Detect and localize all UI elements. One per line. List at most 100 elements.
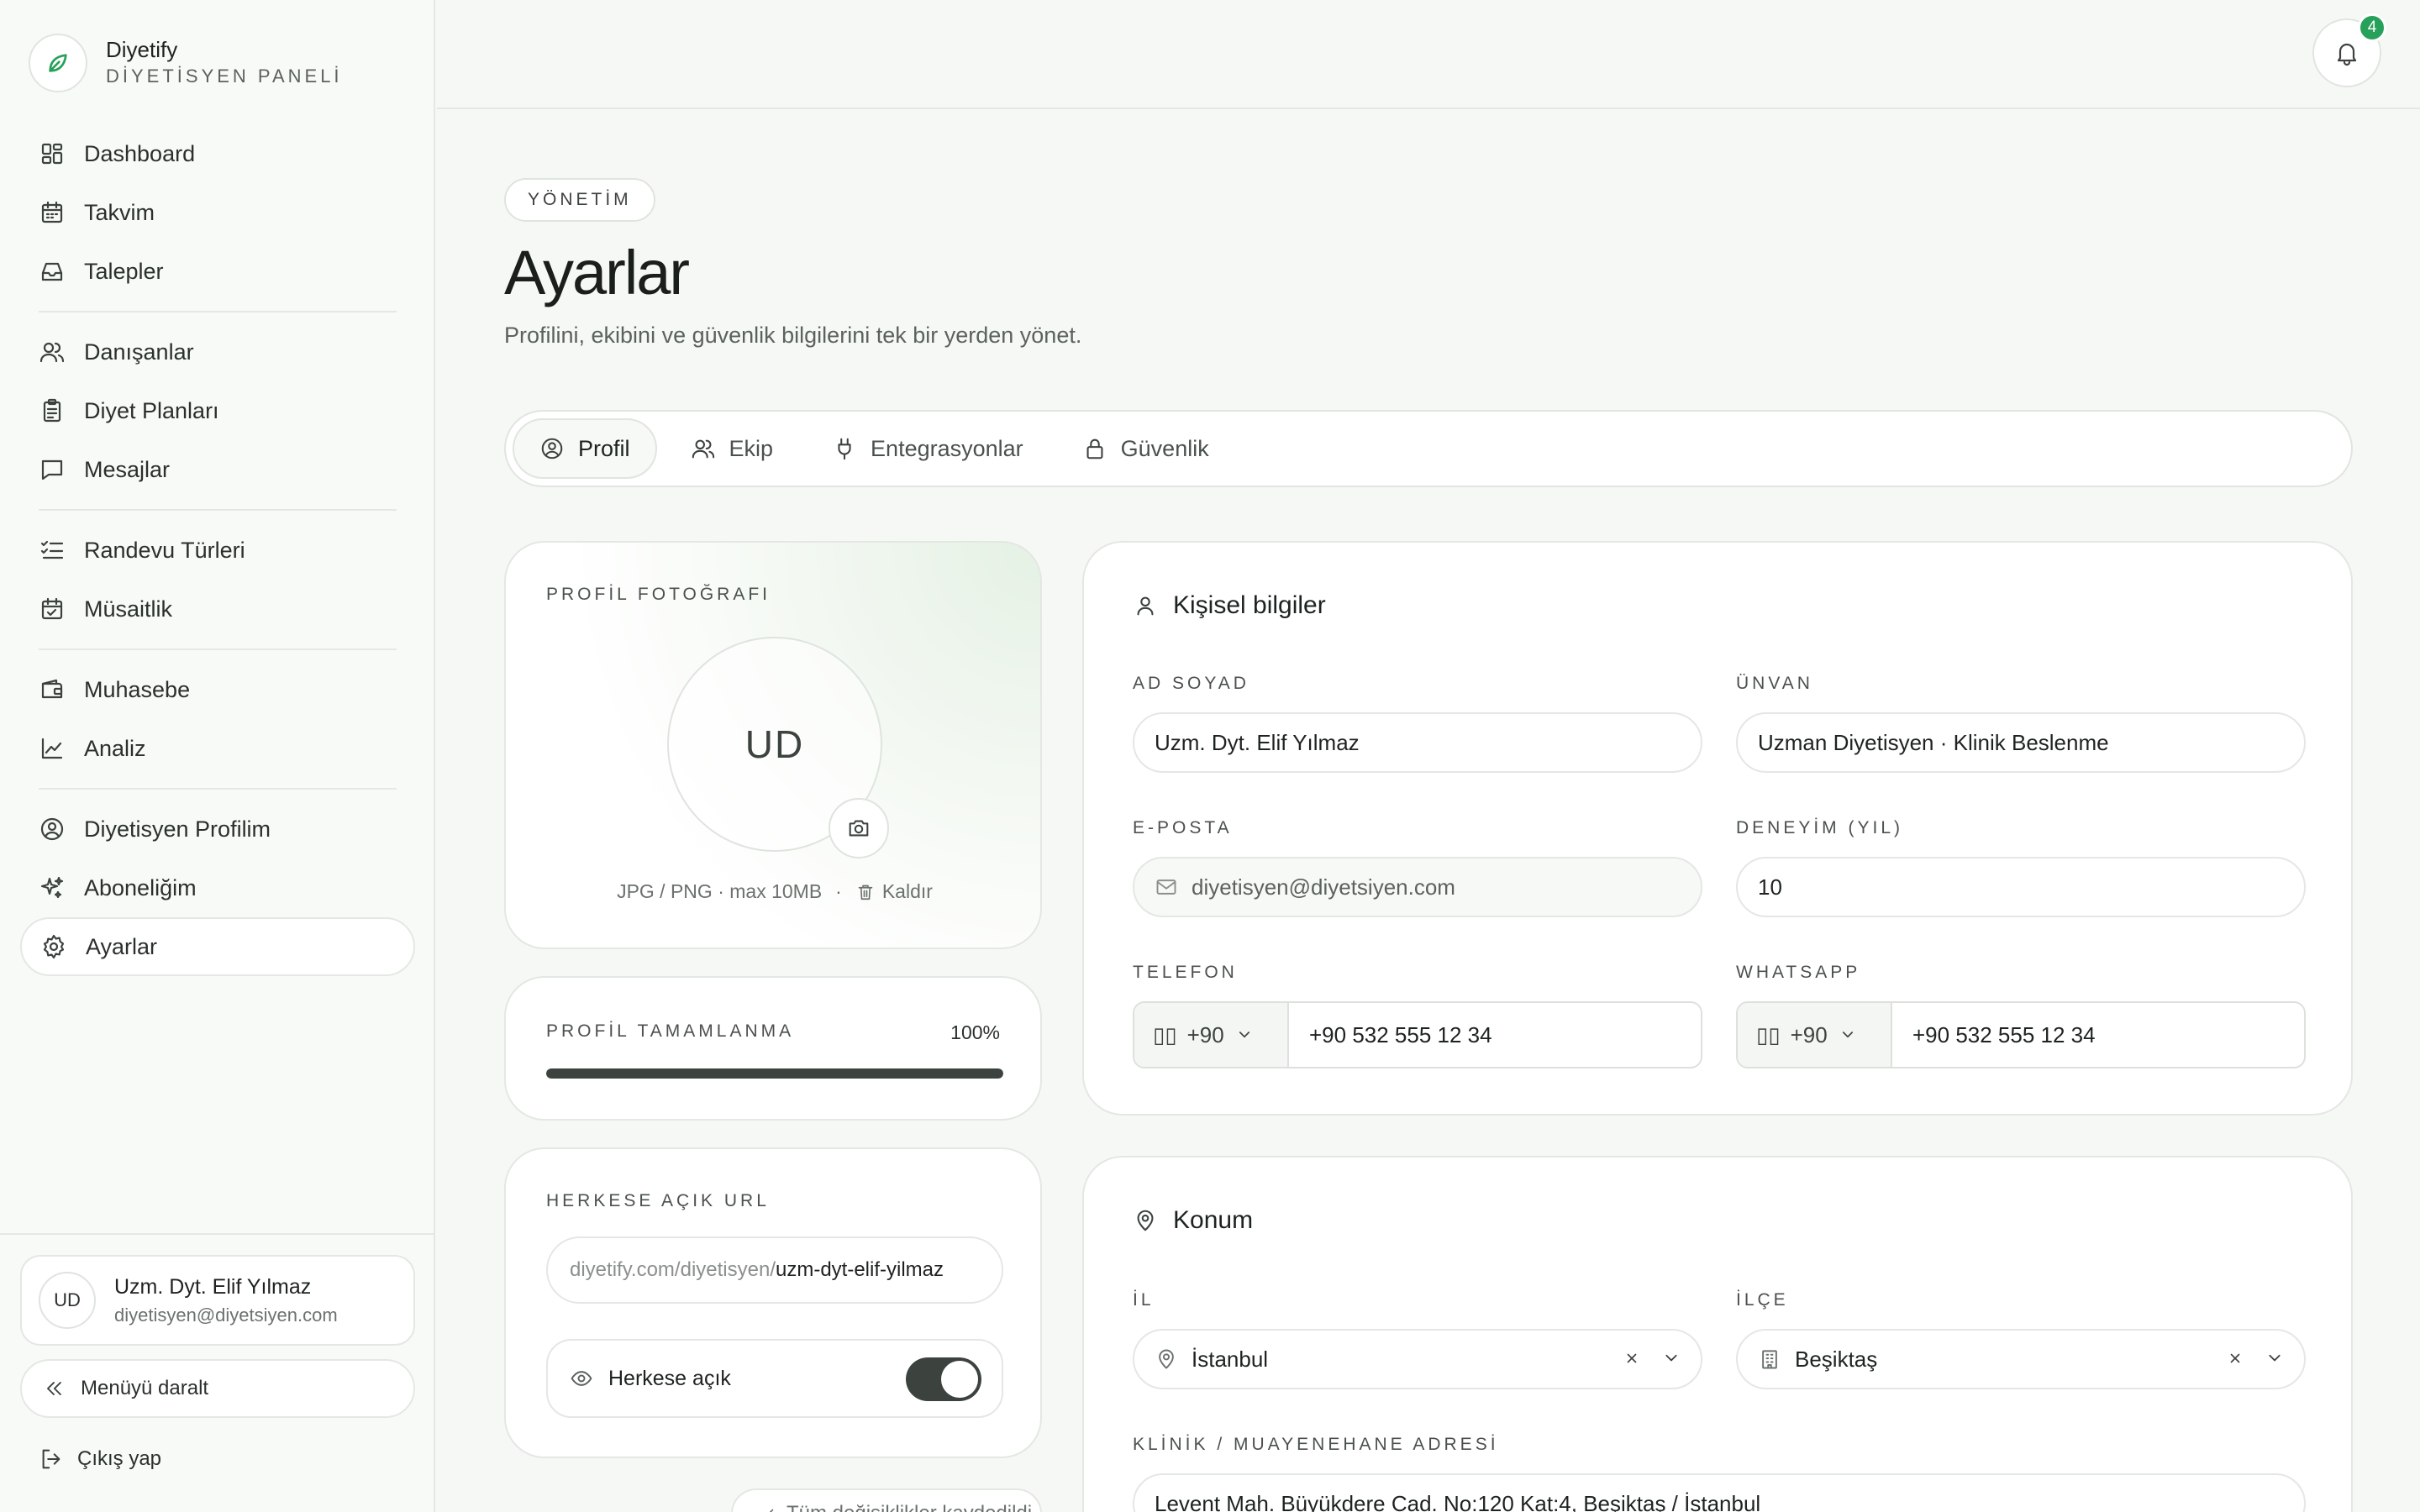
tab-guvenlik[interactable]: Güvenlik: [1057, 418, 1234, 479]
chevron-down-icon[interactable]: [1660, 1347, 1682, 1369]
clear-icon[interactable]: [2225, 1348, 2245, 1368]
upload-photo-button[interactable]: [829, 798, 889, 858]
address-label: KLİNİK / MUAYENEHANE ADRESİ: [1133, 1435, 1499, 1454]
phone-input[interactable]: +90 532 555 12 34: [1289, 1003, 1492, 1067]
public-url-label: HERKESE AÇIK URL: [546, 1191, 770, 1210]
sparkles-icon: [40, 876, 64, 899]
sidebar-item-dashboard[interactable]: Dashboard: [20, 124, 415, 183]
sidebar-item-label: Talepler: [84, 258, 164, 284]
bell-icon: [2337, 43, 2357, 66]
sidebar-item-ayarlar[interactable]: Ayarlar: [20, 917, 415, 976]
sidebar-item-mesajlar[interactable]: Mesajlar: [20, 440, 415, 499]
collapse-menu-button[interactable]: Menüyü daralt: [20, 1359, 415, 1418]
sidebar-item-danisanlar[interactable]: Danışanlar: [20, 323, 415, 381]
tab-ekip[interactable]: Ekip: [666, 418, 799, 479]
tab-profil[interactable]: Profil: [513, 418, 657, 479]
remove-photo-button[interactable]: Kaldır: [855, 880, 933, 903]
public-visibility-toggle[interactable]: [906, 1357, 981, 1401]
dashboard-icon: [41, 143, 63, 165]
sidebar-item-diyetisyen-profilim[interactable]: Diyetisyen Profilim: [20, 800, 415, 858]
sidebar-item-analiz[interactable]: Analiz: [20, 719, 415, 778]
calendar-icon: [41, 201, 63, 223]
whatsapp-field: ▯▯ +90 +90 532 555 12 34: [1736, 1001, 2306, 1068]
public-url-field[interactable]: diyetify.com/diyetisyen/ uzm-dyt-elif-yi…: [546, 1236, 1003, 1304]
phone-country-select[interactable]: ▯▯ +90: [1134, 1003, 1289, 1067]
sidebar-item-musaitlik[interactable]: Müsaitlik: [20, 580, 415, 638]
tab-label: Profil: [578, 435, 630, 461]
location-heading: Konum: [1133, 1206, 1253, 1235]
photo-meta: JPG / PNG · max 10MB · Kaldır: [506, 880, 1040, 903]
sidebar-item-diyet-planlari[interactable]: Diyet Planları: [20, 381, 415, 440]
public-visibility-label: Herkese açık: [608, 1366, 731, 1390]
city-value: İstanbul: [1192, 1346, 1269, 1372]
email-input[interactable]: diyetisyen@diyetsiyen.com: [1133, 857, 1702, 917]
sidebar-item-label: Muhasebe: [84, 676, 191, 702]
clear-icon[interactable]: [1622, 1348, 1642, 1368]
whatsapp-input[interactable]: +90 532 555 12 34: [1892, 1003, 2096, 1067]
saved-status-text: Tüm değişiklikler kaydedildi: [786, 1502, 1032, 1512]
completion-progress-fill: [546, 1068, 1003, 1079]
tab-label: Entegrasyonlar: [871, 435, 1023, 461]
sidebar-item-talepler[interactable]: Talepler: [20, 242, 415, 301]
profile-photo-card: PROFİL FOTOĞRAFI UD JPG / PNG · max 10MB…: [504, 541, 1042, 949]
whatsapp-label: WHATSAPP: [1736, 963, 1861, 982]
sidebar-item-label: Danışanlar: [84, 339, 194, 365]
avatar: UD: [39, 1272, 96, 1329]
name-label: AD SOYAD: [1133, 674, 1249, 693]
users-icon: [692, 439, 714, 459]
name-value: Uzm. Dyt. Elif Yılmaz: [1155, 729, 1360, 755]
title-input[interactable]: Uzman Diyetisyen · Klinik Beslenme: [1736, 712, 2306, 773]
experience-input[interactable]: 10: [1736, 857, 2306, 917]
chevron-down-icon[interactable]: [2264, 1347, 2286, 1369]
users-icon: [39, 342, 65, 363]
sidebar-item-randevu-turleri[interactable]: Randevu Türleri: [20, 521, 415, 580]
saved-status: Tüm değişiklikler kaydedildi: [731, 1488, 1042, 1512]
tab-label: Güvenlik: [1120, 435, 1209, 461]
brand[interactable]: Diyetify DİYETİSYEN PANELİ: [29, 34, 343, 92]
list-check-icon: [40, 540, 64, 559]
phone-field: ▯▯ +90 +90 532 555 12 34: [1133, 1001, 1702, 1068]
chevron-down-icon: [1842, 1032, 1853, 1038]
sidebar-item-muhasebe[interactable]: Muhasebe: [20, 660, 415, 719]
page-subtitle: Profilini, ekibini ve güvenlik bilgileri…: [504, 323, 1082, 348]
inbox-icon: [41, 262, 63, 281]
district-select[interactable]: Beşiktaş: [1736, 1329, 2306, 1389]
sidebar-item-aboneligim[interactable]: Aboneliğim: [20, 858, 415, 917]
sidebar-item-takvim[interactable]: Takvim: [20, 183, 415, 242]
location-title: Konum: [1173, 1206, 1254, 1234]
city-label: İL: [1133, 1290, 1155, 1310]
flag-icon: ▯▯: [1756, 1021, 1781, 1047]
notification-badge: 4: [2358, 13, 2386, 42]
sidebar-item-label: Dashboard: [84, 140, 196, 166]
profile-completion-card: PROFİL TAMAMLANMA 100%: [504, 976, 1042, 1121]
gear-icon: [43, 934, 65, 959]
city-select-controls: [1622, 1347, 1682, 1369]
city-select[interactable]: İstanbul: [1133, 1329, 1702, 1389]
name-input[interactable]: Uzm. Dyt. Elif Yılmaz: [1133, 712, 1702, 773]
public-visibility-row: Herkese açık: [546, 1339, 1003, 1418]
logout-icon: [42, 1449, 60, 1469]
whatsapp-country-select[interactable]: ▯▯ +90: [1738, 1003, 1892, 1067]
chevron-down-icon: [1239, 1032, 1249, 1038]
completion-progress-bar: [546, 1068, 1003, 1079]
email-label: E-POSTA: [1133, 818, 1233, 837]
sidebar-item-label: Diyet Planları: [84, 397, 219, 423]
sidebar-footer-divider: [0, 1233, 435, 1235]
photo-meta-separator: ·: [835, 880, 842, 902]
phone-label: TELEFON: [1133, 963, 1238, 982]
calendar-check-icon: [41, 597, 63, 620]
sidebar-item-label: Randevu Türleri: [84, 537, 245, 563]
user-card[interactable]: UD Uzm. Dyt. Elif Yılmaz diyetisyen@diye…: [20, 1255, 415, 1346]
phone-country-code: +90: [1186, 1021, 1224, 1047]
address-input[interactable]: Levent Mah. Büyükdere Cad. No:120 Kat:4,…: [1133, 1473, 2306, 1512]
chart-line-icon: [41, 738, 63, 759]
toggle-knob: [941, 1361, 978, 1398]
logout-button[interactable]: Çıkış yap: [39, 1446, 161, 1472]
photo-format-hint: JPG / PNG · max 10MB: [617, 880, 823, 902]
clipboard-icon: [43, 398, 61, 423]
chevrons-left-icon: [47, 1382, 61, 1395]
page-title: Ayarlar: [504, 238, 690, 307]
sidebar-item-label: Ayarlar: [86, 933, 158, 959]
tab-entegrasyonlar[interactable]: Entegrasyonlar: [807, 418, 1049, 479]
section-eyebrow: YÖNETİM: [504, 178, 655, 222]
